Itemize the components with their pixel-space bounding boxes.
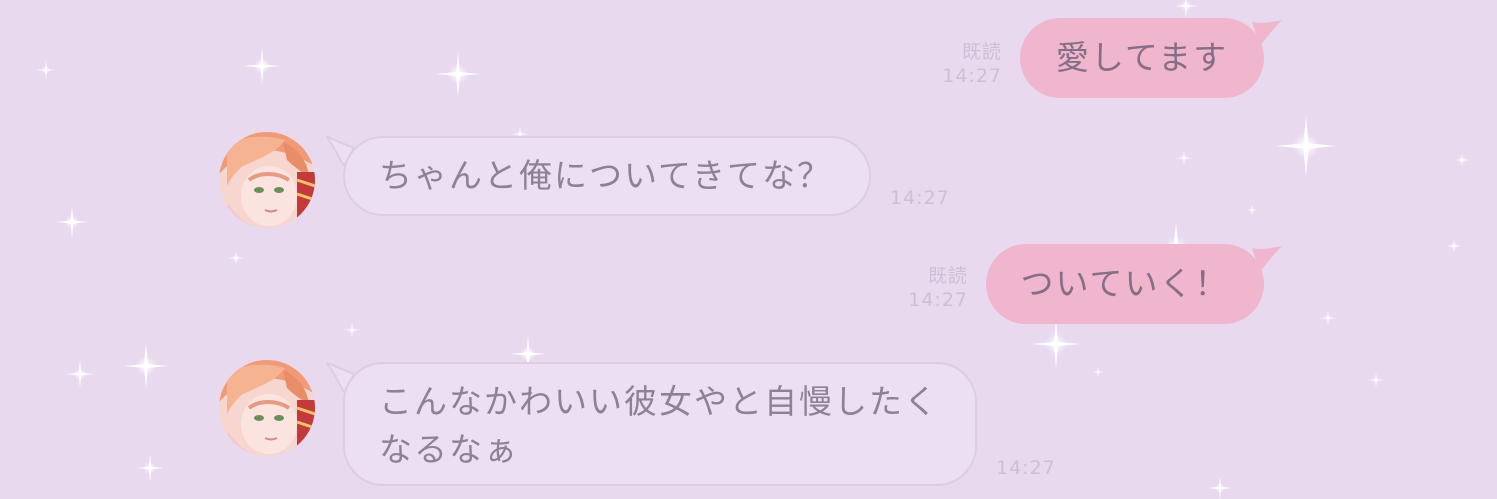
- sparkle-glow: [136, 356, 156, 376]
- sparkle-glow: [1095, 369, 1101, 375]
- sparkle-star: [1368, 372, 1384, 388]
- read-receipt: 既読 14:27: [942, 41, 1002, 87]
- sparkle-glow: [1324, 314, 1332, 322]
- sparkle-star: [1320, 310, 1336, 326]
- sparkle-star: [136, 454, 164, 482]
- sparkle-glow: [253, 57, 271, 75]
- message-bubble-received[interactable]: こんなかわいい彼女やと自慢したく なるなぁ: [343, 362, 977, 486]
- sparkle-star: [1276, 116, 1336, 176]
- message-text-line-1: こんなかわいい彼女やと自慢したく: [379, 382, 939, 421]
- sparkle-glow: [73, 367, 87, 381]
- sparkle-star: [228, 250, 244, 266]
- sparkle-glow: [64, 214, 80, 230]
- sparkle-star: [1176, 150, 1192, 166]
- sparkle-glow: [519, 345, 537, 363]
- bubble-tail: [1252, 246, 1282, 272]
- sparkle-star: [36, 60, 56, 80]
- character-avatar-icon[interactable]: [219, 132, 315, 228]
- sparkle-star: [1092, 366, 1104, 378]
- sparkle-star: [1454, 152, 1470, 168]
- message-text-line-2: なるなぁ: [379, 430, 519, 469]
- chat-view[interactable]: 既読 14:27 愛してます ちゃんと俺についてきてな？ 14:27 既読 14…: [0, 0, 1497, 499]
- sparkle-glow: [1180, 0, 1192, 12]
- sparkle-glow: [41, 65, 51, 75]
- message-bubble-sent[interactable]: ついていく！: [986, 244, 1264, 324]
- sparkle-glow: [232, 254, 240, 262]
- message-time: 14:27: [890, 187, 950, 209]
- sparkle-star: [56, 206, 88, 238]
- sparkle-star: [1032, 320, 1080, 368]
- sparkle-star: [344, 322, 360, 338]
- sparkle-star: [1446, 238, 1462, 254]
- sparkle-glow: [1450, 242, 1458, 250]
- message-text: 愛してます: [1055, 38, 1229, 77]
- character-avatar-icon[interactable]: [219, 360, 315, 456]
- sparkle-glow: [448, 64, 468, 84]
- sparkle-glow: [1045, 333, 1067, 355]
- message-time: 14:27: [996, 457, 1056, 479]
- bubble-tail: [1252, 20, 1282, 46]
- message-text: ついていく！: [1020, 264, 1230, 303]
- message-bubble-received[interactable]: ちゃんと俺についてきてな？: [343, 136, 871, 216]
- sparkle-glow: [1458, 156, 1466, 164]
- message-text: ちゃんと俺についてきてな？: [379, 156, 833, 195]
- sparkle-glow: [143, 461, 157, 475]
- sparkle-star: [1246, 204, 1258, 216]
- sparkle-glow: [1372, 376, 1380, 384]
- sparkle-star: [1174, 0, 1198, 18]
- sparkle-glow: [1292, 132, 1320, 160]
- read-receipt: 既読 14:27: [908, 265, 968, 311]
- sparkle-star: [436, 52, 480, 96]
- sparkle-star: [1208, 476, 1232, 499]
- sparkle-glow: [1180, 154, 1188, 162]
- sparkle-glow: [348, 326, 356, 334]
- sparkle-star: [244, 48, 280, 84]
- sparkle-star: [124, 344, 168, 388]
- sparkle-glow: [1249, 207, 1255, 213]
- message-bubble-sent[interactable]: 愛してます: [1020, 18, 1264, 98]
- sparkle-star: [66, 360, 94, 388]
- sparkle-glow: [1214, 482, 1226, 494]
